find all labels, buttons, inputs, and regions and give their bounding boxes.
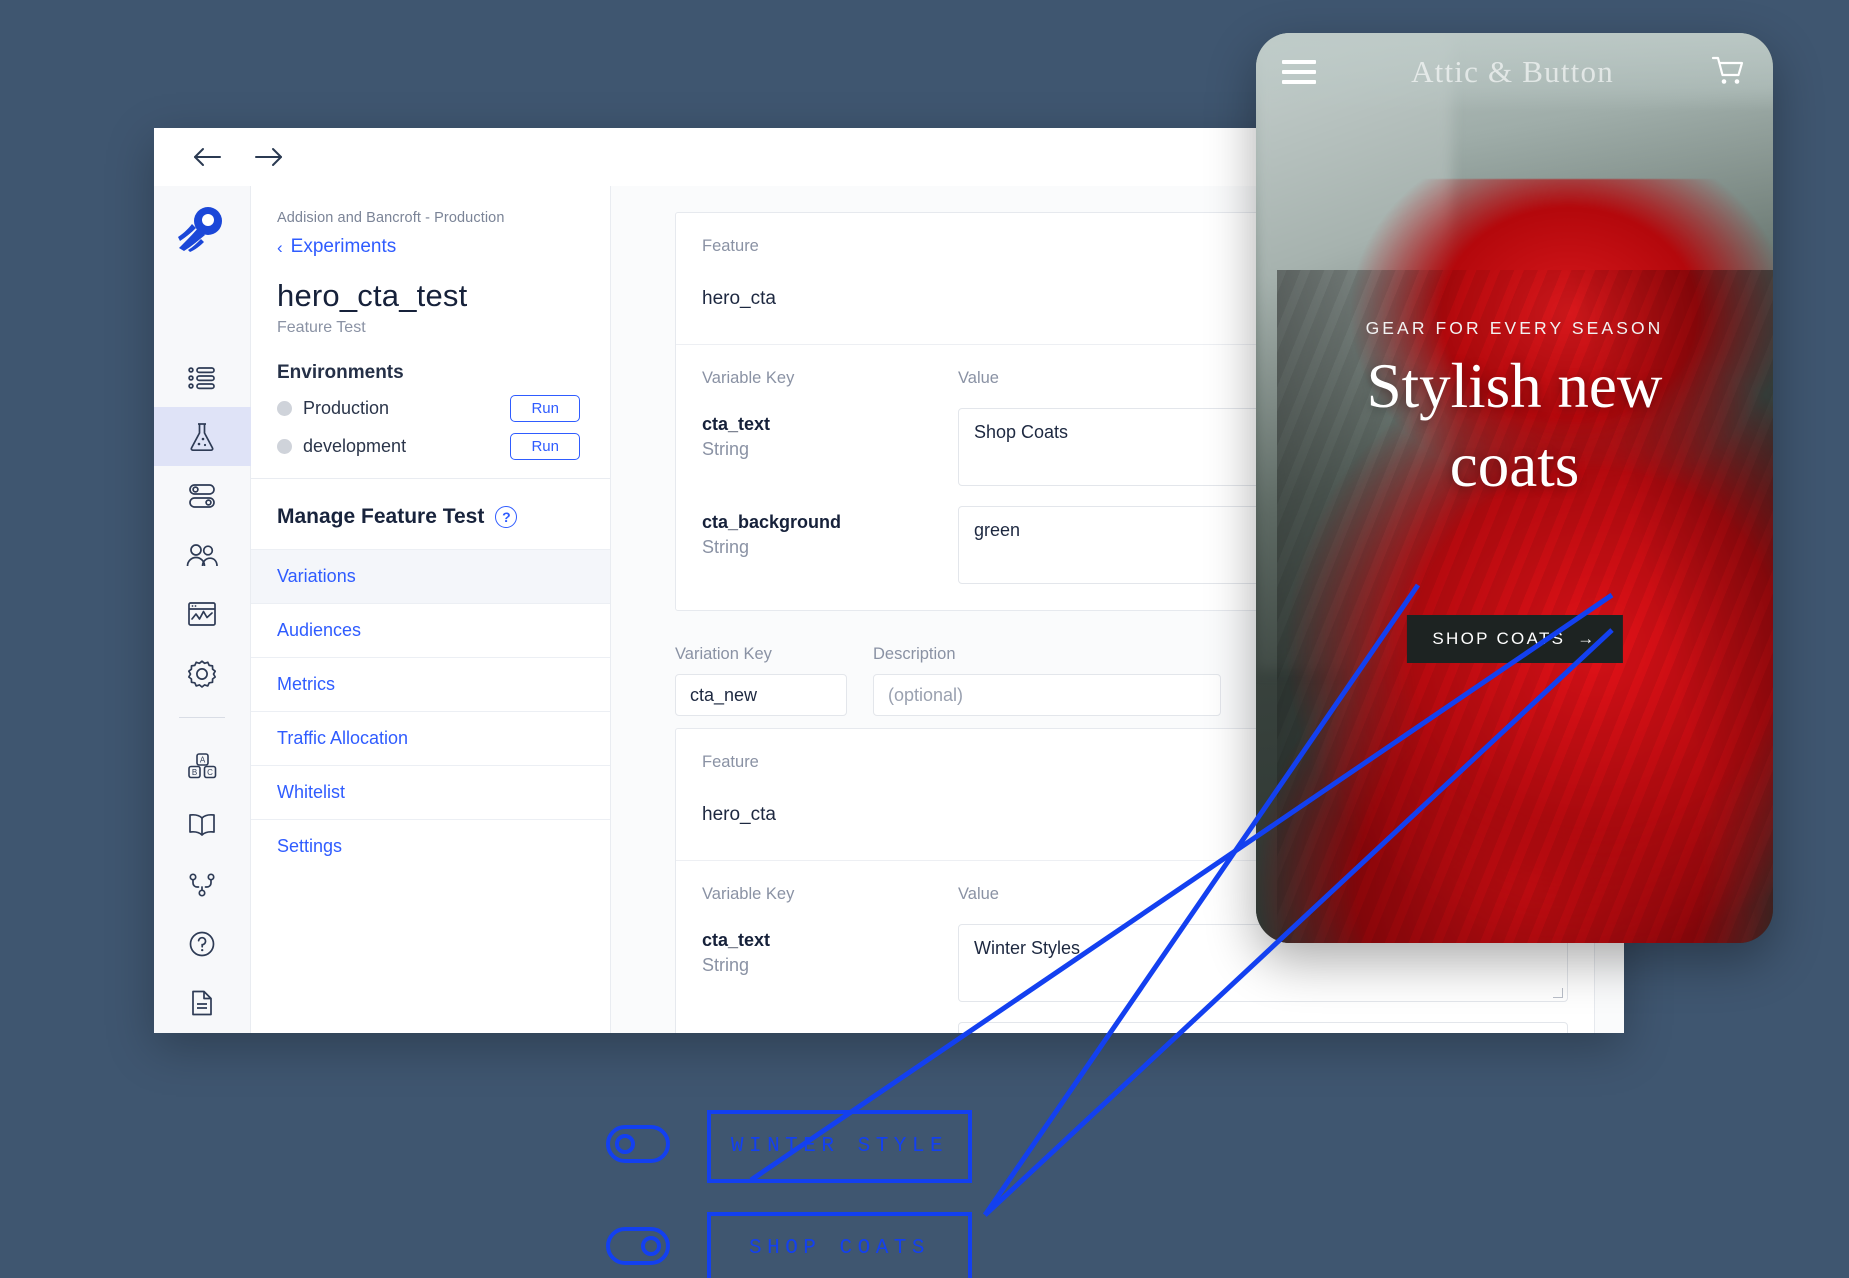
sidebar-item-glossary[interactable]: A B C: [154, 736, 251, 795]
variable-row: cta_background String: [702, 512, 958, 558]
sidebar-item-integrations[interactable]: [154, 855, 251, 914]
wireframe-button-shop-coats[interactable]: SHOP COATS: [707, 1212, 972, 1278]
wireframe-toggle-off[interactable]: [606, 1125, 670, 1163]
hero-copy: GEAR FOR EVERY SEASON Stylish new coats: [1256, 318, 1773, 497]
mobile-preview: Attic & Button GEAR FOR EVERY SEASON Sty…: [1256, 33, 1773, 943]
variable-key-label: Variable Key: [702, 369, 795, 387]
audience-icon: [185, 541, 219, 569]
sidebar-item-audiences[interactable]: [154, 526, 251, 585]
svg-text:B: B: [192, 768, 197, 777]
variable-type: String: [702, 955, 750, 975]
book-icon: [187, 812, 217, 838]
arrow-left-icon[interactable]: [190, 140, 224, 174]
hero-kicker: GEAR FOR EVERY SEASON: [1365, 318, 1664, 338]
chart-icon: [186, 600, 218, 628]
sidebar-item-changelog[interactable]: [154, 974, 251, 1033]
primary-icon-rail: A B C: [154, 186, 251, 1033]
description-input[interactable]: (optional): [873, 674, 1221, 716]
sidebar-item-settings[interactable]: [154, 644, 251, 703]
toggles-icon: [186, 482, 218, 510]
value-textarea-extra[interactable]: [958, 1022, 1568, 1033]
variable-type: String: [702, 439, 750, 459]
gear-icon: [186, 658, 218, 690]
manage-feature-test-label: Manage Feature Test: [277, 505, 485, 528]
environment-row-development: development Run: [277, 433, 584, 460]
sidebar-item-variations[interactable]: Variations: [251, 549, 610, 603]
hero-title-line-1: Stylish new: [1366, 351, 1663, 421]
variable-key: cta_text: [702, 930, 771, 950]
status-dot-icon: [277, 401, 292, 416]
status-dot-icon: [277, 439, 292, 454]
hero-cta-button[interactable]: SHOP COATS →: [1406, 615, 1623, 663]
branch-icon: [188, 872, 216, 898]
optimizely-rocket-logo[interactable]: [174, 202, 230, 256]
sidebar-item-whitelist[interactable]: Whitelist: [251, 765, 610, 819]
question-icon: [188, 930, 216, 958]
flask-icon: [187, 421, 217, 453]
variable-key-label: Variable Key: [702, 885, 795, 903]
description-label: Description: [873, 645, 956, 663]
abc-blocks-icon: A B C: [186, 751, 218, 781]
sidebar-item-feature-flags[interactable]: [154, 466, 251, 525]
chevron-left-icon: ‹: [277, 237, 283, 257]
side-panel-header: Addision and Bancroft - Production ‹ Exp…: [251, 186, 610, 478]
wireframe-button-winter-style[interactable]: WINTER STYLE: [707, 1110, 972, 1183]
sidebar-item-experiments[interactable]: [154, 406, 251, 467]
shopping-cart-icon[interactable]: [1709, 53, 1747, 92]
sidebar-item-results[interactable]: [154, 585, 251, 644]
hero-title-line-2: coats: [1449, 430, 1580, 500]
help-circle-icon[interactable]: ?: [495, 506, 518, 528]
manage-feature-test-header: Manage Feature Test ?: [251, 479, 610, 549]
run-button-development[interactable]: Run: [510, 433, 580, 460]
variable-key: cta_text: [702, 414, 771, 434]
resize-handle-icon[interactable]: [1553, 988, 1563, 998]
svg-text:A: A: [200, 756, 206, 765]
run-button-production[interactable]: Run: [510, 395, 580, 422]
environments-label: Environments: [277, 362, 404, 383]
variable-row: cta_text String: [702, 414, 958, 460]
variation-key-label: Variation Key: [675, 645, 772, 663]
variable-key-column: Variable Key cta_text String cta_backgro…: [702, 369, 958, 584]
sidebar-item-help[interactable]: [154, 914, 251, 973]
sidebar-item-traffic-allocation[interactable]: Traffic Allocation: [251, 711, 610, 765]
variable-key: cta_background: [702, 512, 842, 532]
sidebar-item-features[interactable]: [154, 348, 251, 407]
document-icon: [189, 989, 215, 1017]
sidebar-item-docs[interactable]: [154, 796, 251, 855]
screenshot-root: A B C Addision and Bancroft - Production…: [0, 0, 1849, 1278]
variable-key-column: Variable Key cta_text String: [702, 885, 958, 1033]
environment-row-production: Production Run: [277, 395, 584, 422]
variable-row: cta_text String: [702, 930, 958, 976]
environment-name: Production: [303, 398, 390, 418]
arrow-right-icon[interactable]: [252, 140, 286, 174]
brand-name: Attic & Button: [1411, 54, 1614, 89]
sidebar-item-metrics[interactable]: Metrics: [251, 657, 610, 711]
variable-type: String: [702, 537, 750, 557]
experiment-side-panel: Addision and Bancroft - Production ‹ Exp…: [251, 186, 611, 1033]
svg-text:C: C: [207, 768, 213, 777]
list-icon: [187, 362, 217, 392]
feature-name: hero_cta: [702, 804, 776, 825]
rail-divider: [179, 717, 225, 719]
toggle-knob: [641, 1236, 661, 1256]
environment-name: development: [303, 436, 407, 456]
back-to-experiments-link[interactable]: ‹ Experiments: [277, 236, 584, 258]
page-subtitle: Feature Test: [277, 319, 366, 336]
sidebar-item-settings[interactable]: Settings: [251, 819, 610, 873]
hero-cta-label: SHOP COATS: [1432, 629, 1566, 648]
mobile-header: Attic & Button: [1256, 33, 1773, 111]
hamburger-menu-icon[interactable]: [1282, 54, 1316, 90]
wireframe-toggle-on[interactable]: [606, 1227, 670, 1265]
breadcrumb-org: Addision and Bancroft - Production: [277, 210, 505, 226]
page-title: hero_cta_test: [277, 278, 468, 313]
arrow-right-icon: →: [1577, 629, 1597, 648]
sidebar-item-audiences[interactable]: Audiences: [251, 603, 610, 657]
variation-key-input[interactable]: cta_new: [675, 674, 847, 716]
back-link-label: Experiments: [290, 236, 397, 257]
feature-name: hero_cta: [702, 288, 776, 309]
toggle-knob: [615, 1134, 635, 1154]
